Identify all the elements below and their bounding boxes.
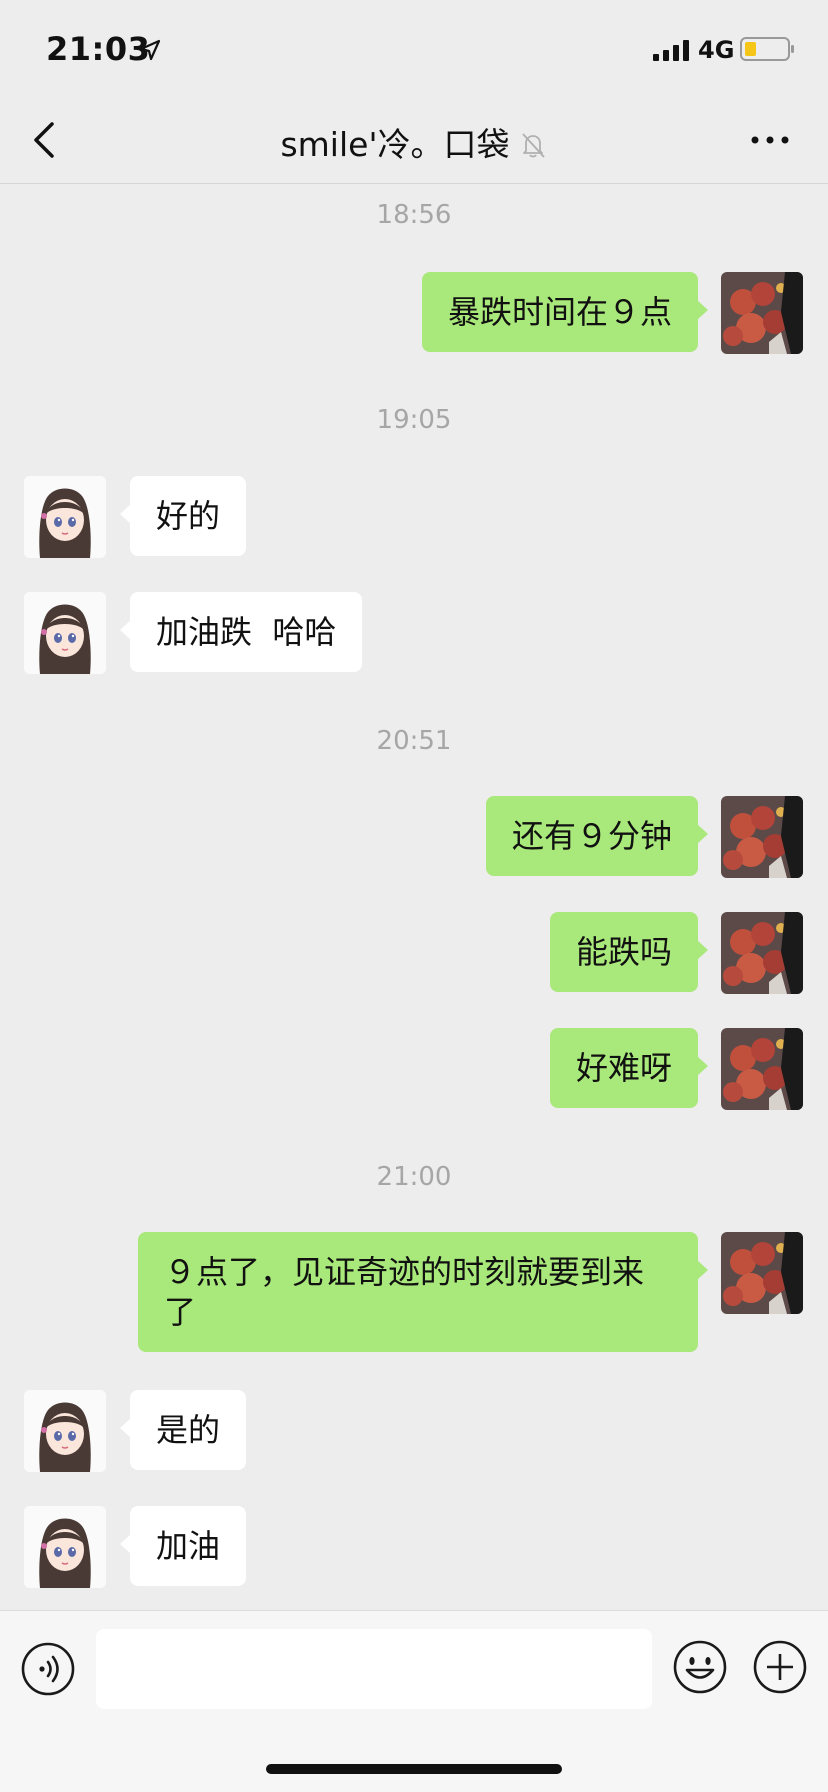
contact-avatar[interactable] [24,1390,106,1472]
my-avatar[interactable] [721,1028,803,1110]
emoji-icon[interactable] [672,1639,728,1695]
contact-message-bubble[interactable]: 加油 [119,1506,247,1586]
timestamp: 18:56 [376,200,452,230]
my-avatar[interactable] [721,912,803,994]
contact-avatar[interactable] [24,592,106,674]
my-message-bubble[interactable]: 能跌吗 [549,912,709,992]
my-message-bubble[interactable]: 好难呀 [549,1028,709,1108]
home-indicator[interactable] [266,1764,562,1774]
chat-title-text: smile'冷。口袋 [280,125,510,164]
nav-bar: smile'冷。口袋 [0,96,828,184]
signal-icon [653,40,689,61]
my-avatar[interactable] [721,1232,803,1314]
contact-avatar[interactable] [24,476,106,558]
more-icon[interactable] [748,122,792,158]
voice-icon[interactable] [20,1641,76,1697]
status-time: 21:03 [46,30,151,68]
timestamp: 21:00 [376,1162,452,1192]
contact-message-bubble[interactable]: 加油跌 哈哈 [119,592,363,672]
my-message-bubble[interactable]: 还有９分钟 [485,796,709,876]
plus-icon[interactable] [752,1639,808,1695]
status-bar: 21:03 4G [0,0,828,96]
timestamp: 20:51 [376,726,452,756]
my-avatar[interactable] [721,272,803,354]
contact-avatar[interactable] [24,1506,106,1588]
chat-title: smile'冷。口袋 [0,118,828,166]
my-message-bubble[interactable]: ９点了，见证奇迹的时刻就要到来了 [138,1232,708,1352]
timestamp: 19:05 [376,405,452,435]
network-label: 4G [698,36,735,64]
location-arrow-icon [139,39,161,61]
my-message-bubble[interactable]: 暴跌时间在９点 [421,272,709,352]
mute-bell-icon [521,133,545,158]
my-avatar[interactable] [721,796,803,878]
contact-message-bubble[interactable]: 是的 [119,1390,247,1470]
contact-message-bubble[interactable]: 好的 [119,476,247,556]
battery-icon [740,37,794,61]
message-input[interactable] [96,1629,652,1709]
